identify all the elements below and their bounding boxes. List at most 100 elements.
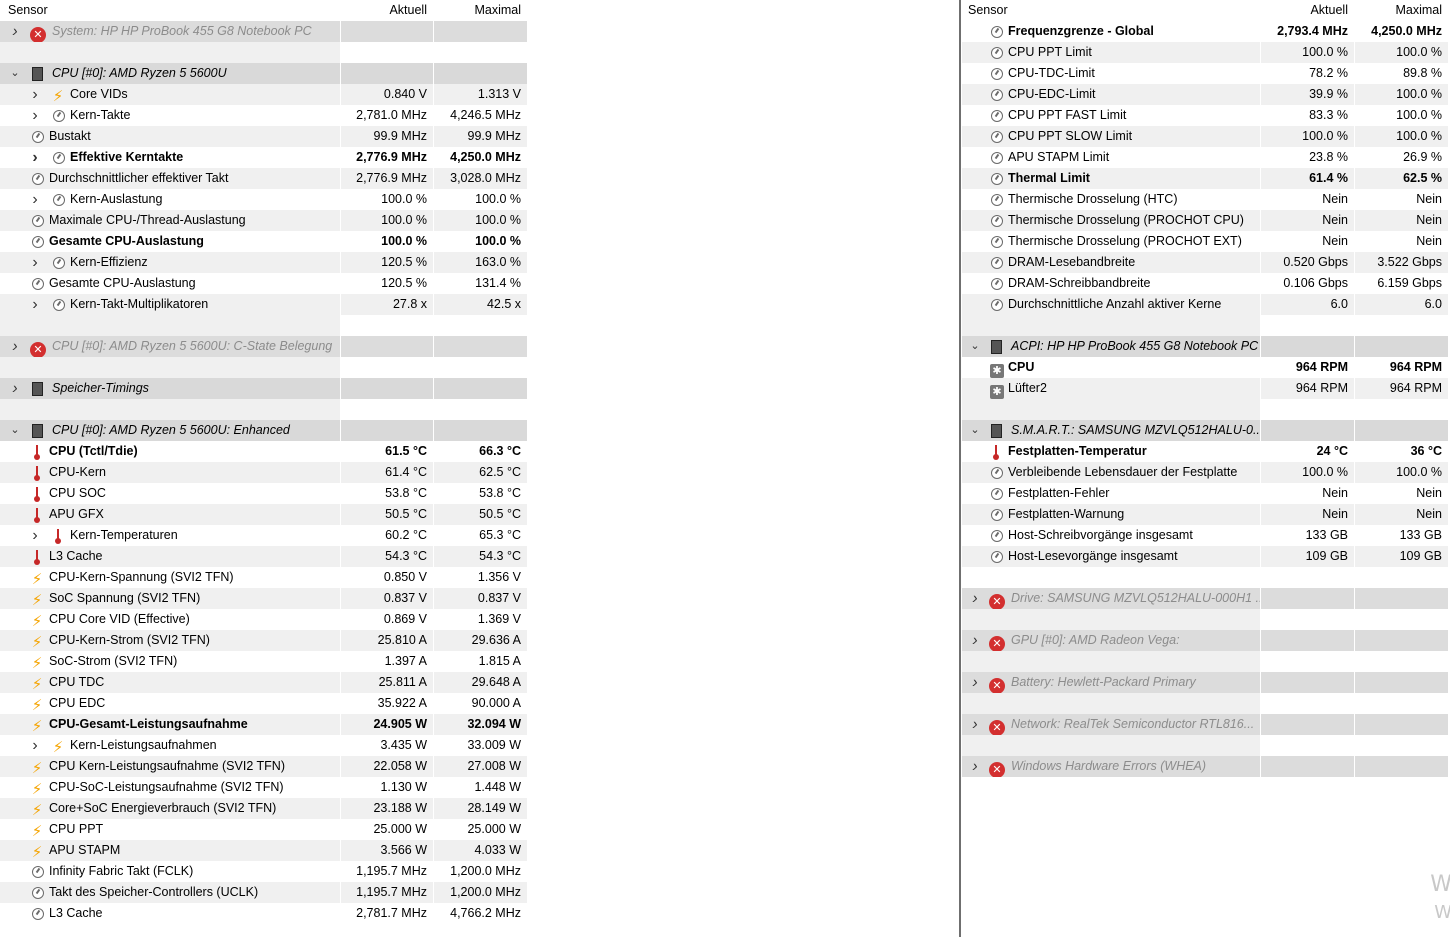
sensor-row[interactable]: ⚡ APU STAPM 3.566 W 4.033 W [0,840,960,861]
sensor-row[interactable]: CPU SOC 53.8 °C 53.8 °C [0,483,960,504]
sensor-row[interactable]: › Kern-Temperaturen 60.2 °C 65.3 °C [0,525,960,546]
sensor-pane-right[interactable]: Sensor Aktuell Maximal Frequenzgrenze - … [962,0,1450,937]
sensor-row[interactable]: L3 Cache 2,781.7 MHz 4,766.2 MHz [0,903,960,924]
sensor-row[interactable]: Frequenzgrenze - Global 2,793.4 MHz 4,250.… [962,21,1450,42]
sensor-group-row[interactable]: › ✕ GPU [#0]: AMD Radeon Vega: [962,630,1450,651]
sensor-group-row[interactable]: ⌄ CPU [#0]: AMD Ryzen 5 5600U: Enhanced [0,420,960,441]
column-header-sensor[interactable]: Sensor [962,0,1260,21]
sensor-group-row[interactable]: › ✕ CPU [#0]: AMD Ryzen 5 5600U: C-State B… [0,336,960,357]
sensor-group-label: ACPI: HP HP ProBook 455 G8 Notebook PC [1011,339,1259,353]
sensor-group-row[interactable]: › ✕ System: HP HP ProBook 455 G8 Notebook … [0,21,960,42]
sensor-row[interactable]: Gesamte CPU-Auslastung 100.0 % 100.0 % [0,231,960,252]
sensor-row[interactable]: CPU PPT SLOW Limit 100.0 % 100.0 % [962,126,1450,147]
sensor-row[interactable]: L3 Cache 54.3 °C 54.3 °C [0,546,960,567]
chevron-right-icon[interactable]: › [28,735,42,756]
sensor-row[interactable]: ⚡ SoC-Strom (SVI2 TFN) 1.397 A 1.815 A [0,651,960,672]
chevron-down-icon[interactable]: ⌄ [8,420,22,441]
sensor-row[interactable]: CPU-TDC-Limit 78.2 % 89.8 % [962,63,1450,84]
sensor-row[interactable]: ⚡ CPU TDC 25.811 A 29.648 A [0,672,960,693]
sensor-row[interactable]: ⚡ CPU-SoC-Leistungsaufnahme (SVI2 TFN) 1.1… [0,777,960,798]
sensor-row[interactable]: Host-Lesevorgänge insgesamt 109 GB 109 GB [962,546,1450,567]
sensor-row[interactable]: Thermische Drosselung (PROCHOT CPU) Nein N… [962,210,1450,231]
chevron-right-icon[interactable]: › [968,672,982,693]
sensor-row[interactable]: CPU-EDC-Limit 39.9 % 100.0 % [962,84,1450,105]
chevron-right-icon[interactable]: › [28,84,42,105]
max-value: 4,250.0 MHz [1371,24,1442,38]
sensor-group-row[interactable]: › Speicher-Timings [0,378,960,399]
sensor-row[interactable]: ⚡ CPU-Kern-Spannung (SVI2 TFN) 0.850 V 1.35… [0,567,960,588]
chevron-right-icon[interactable]: › [8,21,22,42]
column-header-max[interactable]: Maximal [434,0,527,21]
sensor-row[interactable]: › Effektive Kerntakte 2,776.9 MHz 4,250.0 M… [0,147,960,168]
chevron-right-icon[interactable]: › [28,294,42,315]
chevron-right-icon[interactable]: › [28,105,42,126]
sensor-group-row[interactable]: ⌄ ACPI: HP HP ProBook 455 G8 Notebook PC [962,336,1450,357]
sensor-row[interactable]: DRAM-Lesebandbreite 0.520 Gbps 3.522 Gbps [962,252,1450,273]
sensor-row[interactable]: Festplatten-Temperatur 24 °C 36 °C [962,441,1450,462]
sensor-row[interactable]: › Kern-Auslastung 100.0 % 100.0 % [0,189,960,210]
sensor-row[interactable]: Thermische Drosselung (HTC) Nein Nein [962,189,1450,210]
sensor-row[interactable]: › ⚡ Kern-Leistungsaufnahmen 3.435 W 33.009 W [0,735,960,756]
sensor-row[interactable]: ⚡ Core+SoC Energieverbrauch (SVI2 TFN) 23.… [0,798,960,819]
sensor-row[interactable]: ✱ Lüfter2 964 RPM 964 RPM [962,378,1450,399]
chevron-right-icon[interactable]: › [28,189,42,210]
sensor-group-row[interactable]: › ✕ Drive: SAMSUNG MZVLQ512HALU-000H1 ... [962,588,1450,609]
sensor-row[interactable]: › ⚡ Core VIDs 0.840 V 1.313 V [0,84,960,105]
sensor-row[interactable]: Verbleibende Lebensdauer der Festplatte 1… [962,462,1450,483]
chevron-down-icon[interactable]: ⌄ [968,336,982,357]
sensor-row[interactable]: ⚡ CPU-Kern-Strom (SVI2 TFN) 25.810 A 29.636… [0,630,960,651]
sensor-row[interactable]: › Kern-Effizienz 120.5 % 163.0 % [0,252,960,273]
chevron-right-icon[interactable]: › [968,630,982,651]
sensor-row[interactable]: Gesamte CPU-Auslastung 120.5 % 131.4 % [0,273,960,294]
sensor-row[interactable]: Durchschnittliche Anzahl aktiver Kerne 6.… [962,294,1450,315]
chevron-right-icon[interactable]: › [8,336,22,357]
sensor-row[interactable]: DRAM-Schreibbandbreite 0.106 Gbps 6.159 Gb… [962,273,1450,294]
sensor-row[interactable]: Bustakt 99.9 MHz 99.9 MHz [0,126,960,147]
sensor-row[interactable]: CPU-Kern 61.4 °C 62.5 °C [0,462,960,483]
sensor-row[interactable]: APU STAPM Limit 23.8 % 26.9 % [962,147,1450,168]
sensor-row[interactable]: Thermal Limit 61.4 % 62.5 % [962,168,1450,189]
column-header-max[interactable]: Maximal [1355,0,1448,21]
sensor-row[interactable]: APU GFX 50.5 °C 50.5 °C [0,504,960,525]
chevron-down-icon[interactable]: ⌄ [8,63,22,84]
sensor-row[interactable]: ⚡ CPU Core VID (Effective) 0.869 V 1.369 V [0,609,960,630]
sensor-row[interactable]: ⚡ SoC Spannung (SVI2 TFN) 0.837 V 0.837 V [0,588,960,609]
sensor-pane-left[interactable]: Sensor Aktuell Maximal › ✕ System: HP HP P… [0,0,960,937]
sensor-row[interactable]: Takt des Speicher-Controllers (UCLK) 1,19… [0,882,960,903]
chevron-right-icon[interactable]: › [968,714,982,735]
chevron-right-icon[interactable]: › [8,378,22,399]
sensor-row[interactable]: › Kern-Takt-Multiplikatoren 27.8 x 42.5 x [0,294,960,315]
sensor-group-row[interactable]: ⌄ S.M.A.R.T.: SAMSUNG MZVLQ512HALU-0... [962,420,1450,441]
sensor-row[interactable]: Thermische Drosselung (PROCHOT EXT) Nein N… [962,231,1450,252]
column-header-sensor[interactable]: Sensor [0,0,340,21]
sensor-group-row[interactable]: › ✕ Network: RealTek Semiconductor RTL816.… [962,714,1450,735]
column-header-current[interactable]: Aktuell [1261,0,1354,21]
chevron-right-icon[interactable]: › [28,525,42,546]
sensor-row[interactable]: CPU (Tctl/Tdie) 61.5 °C 66.3 °C [0,441,960,462]
sensor-row[interactable]: ⚡ CPU Kern-Leistungsaufnahme (SVI2 TFN) 22… [0,756,960,777]
sensor-row[interactable]: Host-Schreibvorgänge insgesamt 133 GB 133 … [962,525,1450,546]
sensor-group-row[interactable]: ⌄ CPU [#0]: AMD Ryzen 5 5600U [0,63,960,84]
sensor-row[interactable]: Durchschnittlicher effektiver Takt 2,776.… [0,168,960,189]
chevron-right-icon[interactable]: › [968,588,982,609]
sensor-row[interactable]: Infinity Fabric Takt (FCLK) 1,195.7 MHz 1,… [0,861,960,882]
chevron-down-icon[interactable]: ⌄ [968,420,982,441]
sensor-row[interactable]: › Kern-Takte 2,781.0 MHz 4,246.5 MHz [0,105,960,126]
sensor-row[interactable]: Festplatten-Fehler Nein Nein [962,483,1450,504]
sensor-row[interactable]: CPU PPT FAST Limit 83.3 % 100.0 % [962,105,1450,126]
chevron-right-icon[interactable]: › [28,147,42,168]
sensor-row[interactable]: Festplatten-Warnung Nein Nein [962,504,1450,525]
column-header-current[interactable]: Aktuell [341,0,433,21]
chevron-right-icon[interactable]: › [968,756,982,777]
pane-splitter[interactable] [959,0,961,937]
sensor-row[interactable]: CPU PPT Limit 100.0 % 100.0 % [962,42,1450,63]
sensor-row[interactable]: ⚡ CPU-Gesamt-Leistungsaufnahme 24.905 W 32.… [0,714,960,735]
sensor-row[interactable]: ⚡ CPU EDC 35.922 A 90.000 A [0,693,960,714]
chevron-right-icon[interactable]: › [28,252,42,273]
sensor-row[interactable]: ✱ CPU 964 RPM 964 RPM [962,357,1450,378]
sensor-group-row[interactable]: › ✕ Windows Hardware Errors (WHEA) [962,756,1450,777]
sensor-row[interactable]: Maximale CPU-/Thread-Auslastung 100.0 % 10… [0,210,960,231]
sensor-group-row[interactable]: › ✕ Battery: Hewlett-Packard Primary [962,672,1450,693]
max-value: 1.369 V [477,612,521,626]
sensor-row[interactable]: ⚡ CPU PPT 25.000 W 25.000 W [0,819,960,840]
